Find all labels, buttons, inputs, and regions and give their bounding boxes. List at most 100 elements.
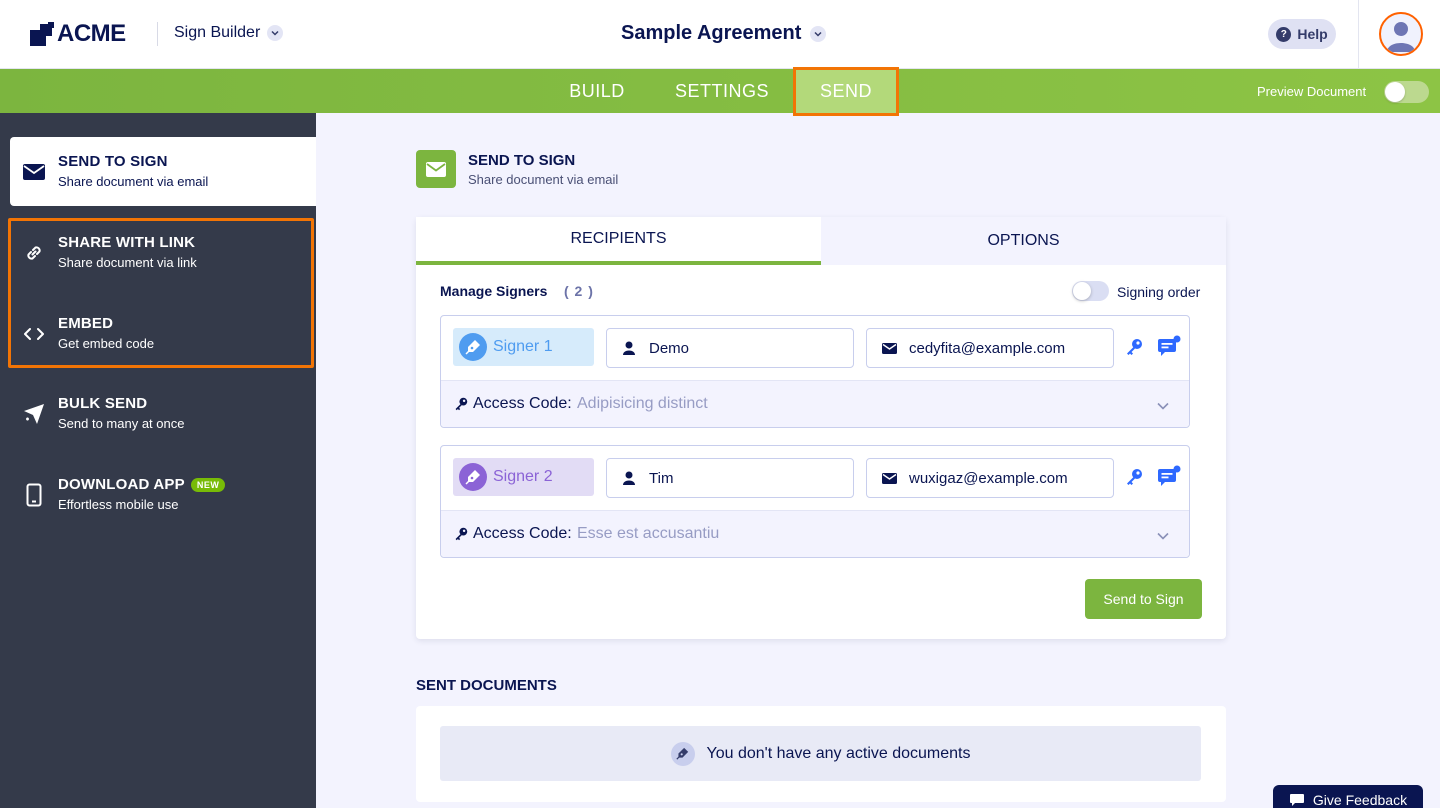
signer-email-field[interactable]: wuxigaz@example.com	[866, 458, 1114, 498]
user-avatar[interactable]	[1379, 12, 1423, 56]
mobile-icon	[22, 483, 46, 507]
chevron-down-icon[interactable]	[1157, 397, 1169, 415]
access-code-row[interactable]: Access Code: Adipisicing distinct	[441, 380, 1189, 427]
tab-send-label: SEND	[819, 81, 872, 101]
pen-nib-icon	[459, 463, 487, 491]
signer-name: Demo	[649, 339, 690, 357]
signer-row: Signer 1 Demo cedyfita@example.com Acces…	[440, 315, 1190, 428]
preview-document-toggle[interactable]	[1384, 81, 1429, 103]
signer-email: wuxigaz@example.com	[909, 469, 1068, 487]
feedback-icon	[1289, 793, 1305, 807]
signing-order-label: Signing order	[1117, 284, 1201, 300]
section-subtitle: Share document via email	[468, 172, 619, 187]
section-title: SEND TO SIGN	[468, 152, 576, 169]
recipients-card: RECIPIENTS OPTIONS Manage Signers ( 2 ) …	[416, 217, 1226, 639]
signer-count: ( 2 )	[564, 283, 594, 299]
key-icon	[454, 397, 468, 416]
signer-email: cedyfita@example.com	[909, 339, 1066, 357]
key-icon	[454, 527, 468, 546]
tab-settings[interactable]: SETTINGS	[664, 69, 780, 113]
envelope-icon	[416, 150, 456, 188]
header-divider	[1358, 0, 1359, 69]
builder-navbar: BUILD SETTINGS SEND	[0, 67, 1440, 116]
sidebar-item-title: SEND TO SIGN	[58, 153, 168, 170]
sidebar-item-share-with-link[interactable]: SHARE WITH LINK Share document via link	[10, 218, 316, 287]
link-icon	[22, 241, 46, 265]
tab-options-label: OPTIONS	[987, 232, 1060, 249]
sidebar-item-subtitle: Share document via link	[58, 255, 197, 270]
signer-label: Signer 1	[493, 338, 553, 355]
help-label: Help	[1297, 26, 1328, 42]
message-icon[interactable]	[1157, 465, 1181, 487]
signing-order-toggle[interactable]	[1072, 281, 1109, 301]
sidebar-item-send-to-sign[interactable]: SEND TO SIGN Share document via email	[10, 137, 316, 206]
sidebar-item-subtitle: Effortless mobile use	[58, 497, 179, 512]
chevron-down-icon[interactable]	[1157, 527, 1169, 545]
tab-options[interactable]: OPTIONS	[821, 217, 1226, 265]
sidebar-item-download-app[interactable]: DOWNLOAD APP NEW Effortless mobile use	[10, 460, 316, 529]
access-code-label: Access Code:	[473, 395, 572, 412]
preview-document-label: Preview Document	[1257, 84, 1367, 99]
document-title[interactable]: Sample Agreement	[621, 22, 827, 45]
pen-nib-icon	[459, 333, 487, 361]
code-icon	[22, 322, 46, 346]
tab-recipients-label: RECIPIENTS	[570, 230, 667, 247]
sidebar-item-title: EMBED	[58, 315, 114, 332]
chevron-down-icon	[267, 25, 284, 41]
sidebar-item-title: BULK SEND	[58, 395, 148, 412]
tab-recipients[interactable]: RECIPIENTS	[416, 217, 821, 265]
envelope-icon	[881, 342, 897, 354]
sidebar-item-subtitle: Share document via email	[58, 174, 209, 189]
paper-plane-icon	[22, 402, 46, 426]
signer-name-field[interactable]: Demo	[606, 328, 854, 368]
give-feedback-button[interactable]: Give Feedback	[1273, 785, 1423, 808]
message-icon[interactable]	[1157, 335, 1181, 357]
tab-settings-label: SETTINGS	[674, 80, 769, 101]
signer-badge: Signer 2	[453, 458, 594, 496]
key-icon[interactable]	[1125, 468, 1145, 488]
new-badge: NEW	[190, 477, 226, 492]
sidebar-item-embed[interactable]: EMBED Get embed code	[10, 299, 316, 368]
tab-build-label: BUILD	[569, 80, 625, 101]
signer-email-field[interactable]: cedyfita@example.com	[866, 328, 1114, 368]
sidebar-item-bulk-send[interactable]: BULK SEND Send to many at once	[10, 379, 316, 448]
builder-switcher[interactable]: Sign Builder	[174, 24, 284, 42]
user-icon	[621, 341, 637, 355]
signer-badge: Signer 1	[453, 328, 594, 366]
send-to-sign-button[interactable]: Send to Sign	[1085, 579, 1202, 619]
user-icon	[1387, 22, 1415, 52]
access-code-value: Adipisicing distinct	[577, 395, 708, 412]
key-icon[interactable]	[1125, 338, 1145, 358]
header-divider	[157, 22, 158, 46]
sidebar-item-title: DOWNLOAD APP NEW	[58, 476, 226, 493]
signer-row: Signer 2 Tim wuxigaz@example.com Access …	[440, 445, 1190, 558]
access-code-label: Access Code:	[473, 525, 572, 542]
signer-label: Signer 2	[493, 468, 553, 485]
sidebar-item-subtitle: Get embed code	[58, 336, 155, 351]
question-icon: ?	[1276, 26, 1292, 42]
envelope-icon	[881, 472, 897, 484]
manage-signers-label: Manage Signers	[440, 283, 548, 299]
sidebar-item-title-text: DOWNLOAD APP	[58, 476, 185, 493]
send-sidebar: SEND TO SIGN Share document via email SH…	[0, 113, 316, 808]
tab-send[interactable]: SEND	[793, 67, 899, 116]
sidebar-item-subtitle: Send to many at once	[58, 416, 185, 431]
sent-documents-card: You don't have any active documents	[416, 706, 1226, 802]
acme-logo[interactable]: ACME	[30, 20, 126, 48]
help-button[interactable]: ? Help	[1268, 19, 1336, 49]
sidebar-item-title: SHARE WITH LINK	[58, 234, 196, 251]
tab-build[interactable]: BUILD	[552, 69, 642, 113]
signer-name: Tim	[649, 469, 674, 487]
signer-name-field[interactable]: Tim	[606, 458, 854, 498]
access-code-value: Esse est accusantiu	[577, 525, 720, 542]
logo-text: ACME	[57, 20, 126, 47]
access-code-row[interactable]: Access Code: Esse est accusantiu	[441, 510, 1189, 557]
top-header: ACME Sign Builder Sample Agreement ? Hel…	[0, 0, 1440, 69]
sent-documents-title: SENT DOCUMENTS	[416, 677, 557, 694]
envelope-icon	[22, 160, 46, 184]
chevron-down-icon	[810, 25, 827, 42]
document-title-text: Sample Agreement	[621, 22, 802, 44]
logo-mark-icon	[30, 22, 54, 46]
builder-label: Sign Builder	[174, 24, 261, 41]
user-icon	[621, 471, 637, 485]
